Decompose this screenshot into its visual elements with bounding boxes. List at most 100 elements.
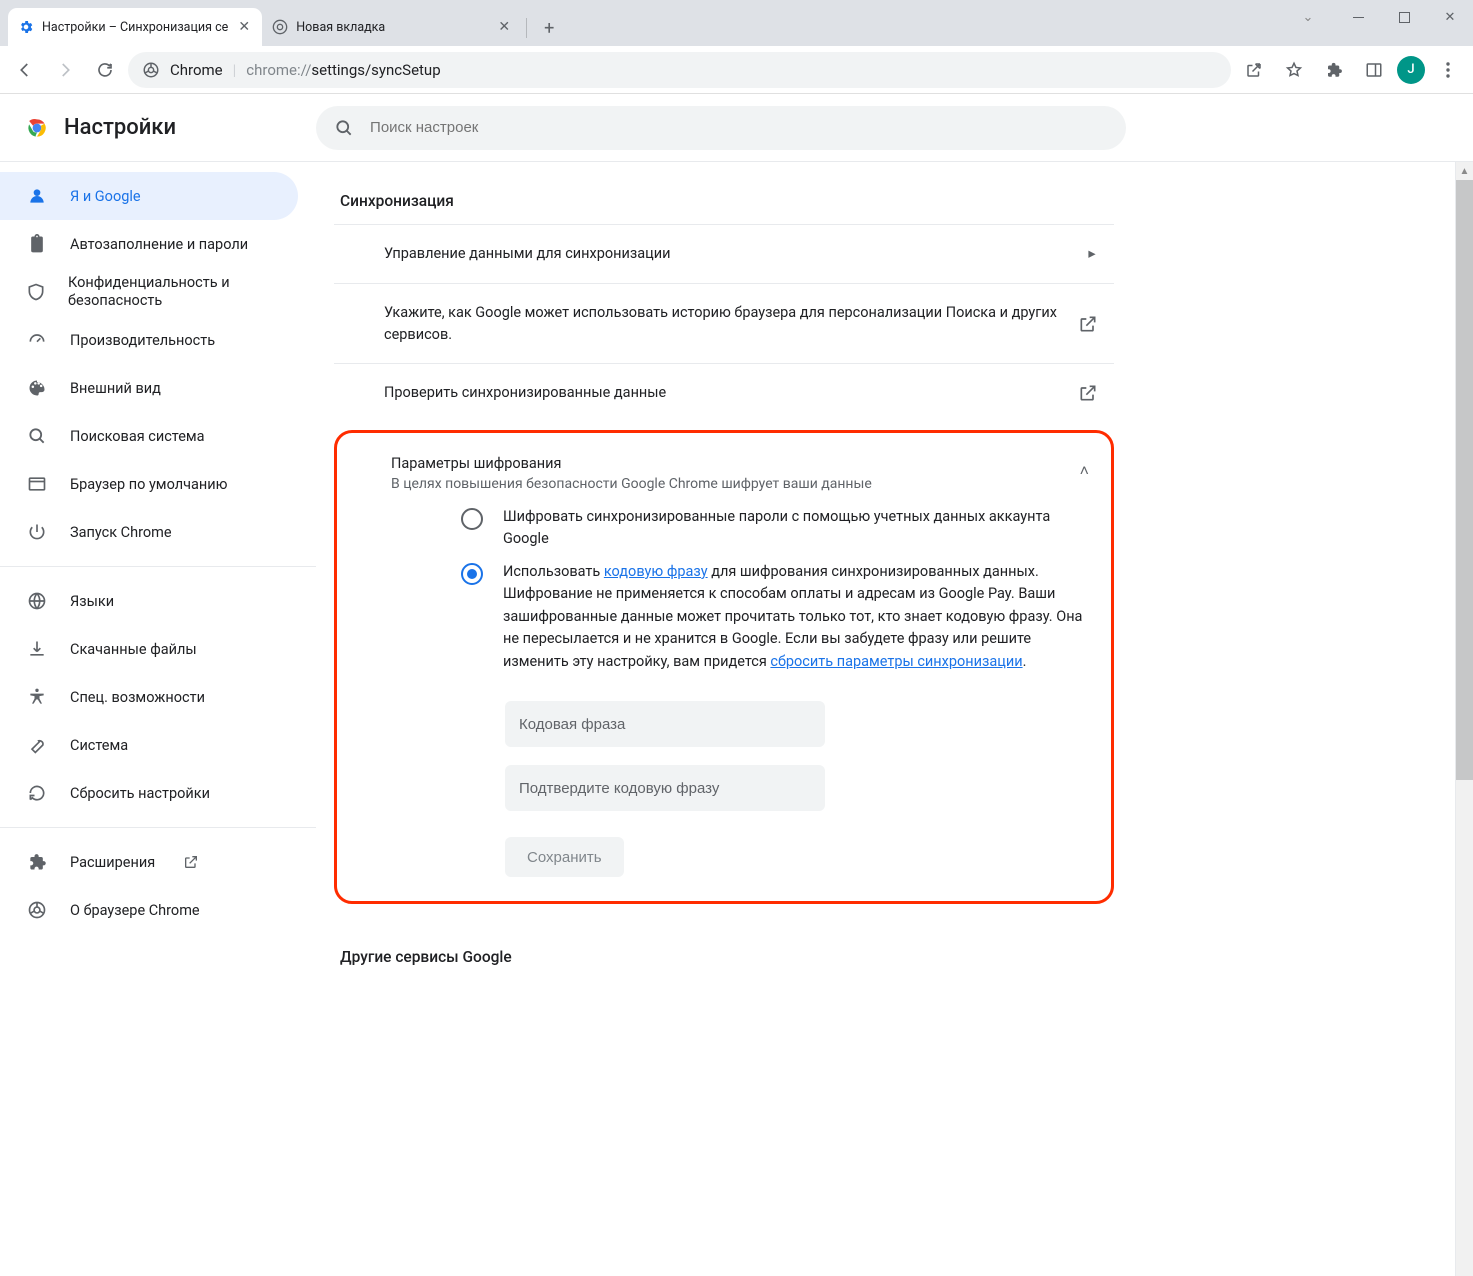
open-external-icon: [183, 854, 199, 870]
window-titlebar: Настройки – Синхронизация се ✕ Новая вкл…: [0, 0, 1473, 46]
save-button[interactable]: Сохранить: [505, 837, 624, 877]
download-icon: [26, 639, 48, 659]
sidebar-item-label: Скачанные файлы: [70, 641, 197, 658]
reset-sync-link[interactable]: сбросить параметры синхронизации: [770, 653, 1022, 670]
reset-icon: [26, 783, 48, 803]
option-label: Использовать кодовую фразу для шифровани…: [503, 561, 1091, 673]
sidebar-item-on-startup[interactable]: Запуск Chrome: [0, 508, 298, 556]
sidebar-item-extensions[interactable]: Расширения: [0, 838, 298, 886]
encryption-subtitle: В целях повышения безопасности Google Ch…: [391, 476, 872, 492]
tab-title: Настройки – Синхронизация се: [42, 20, 228, 35]
close-icon[interactable]: ✕: [236, 19, 252, 35]
sidebar-item-label: Внешний вид: [70, 380, 161, 397]
sidebar-item-label: Конфиденциальность и безопасность: [68, 274, 298, 310]
share-icon[interactable]: [1237, 53, 1271, 87]
kebab-menu-icon[interactable]: [1431, 53, 1465, 87]
sidebar-item-you-and-google[interactable]: Я и Google: [0, 172, 298, 220]
wrench-icon: [26, 735, 48, 755]
reload-button[interactable]: [88, 53, 122, 87]
sidebar-item-label: Запуск Chrome: [70, 524, 172, 541]
row-review-synced-data[interactable]: Проверить синхронизированные данные: [334, 363, 1114, 422]
settings-search[interactable]: [316, 106, 1126, 150]
radio-unchecked-icon[interactable]: [461, 508, 483, 530]
new-tab-button[interactable]: +: [535, 14, 563, 42]
sidebar-item-label: Производительность: [70, 332, 215, 349]
accessibility-icon: [26, 687, 48, 707]
encryption-option-google-account[interactable]: Шифровать синхронизированные пароли с по…: [345, 496, 1103, 551]
radio-checked-icon[interactable]: [461, 563, 483, 585]
encryption-header[interactable]: Параметры шифрования В целях повышения б…: [345, 437, 1103, 496]
row-personalization[interactable]: Укажите, как Google может использовать и…: [334, 283, 1114, 364]
shield-icon: [26, 282, 46, 302]
sidebar-item-appearance[interactable]: Внешний вид: [0, 364, 298, 412]
sidebar-item-label: Расширения: [70, 854, 155, 871]
globe-icon: [26, 591, 48, 611]
sidebar-item-label: Браузер по умолчанию: [70, 476, 227, 493]
settings-sidebar: Я и Google Автозаполнение и пароли Конфи…: [0, 162, 316, 1276]
sidebar-separator: [0, 827, 316, 828]
section-title-sync: Синхронизация: [340, 192, 1114, 210]
person-icon: [26, 186, 48, 206]
content-area: Я и Google Автозаполнение и пароли Конфи…: [0, 162, 1473, 1276]
window-close-button[interactable]: ✕: [1427, 0, 1473, 34]
sidebar-item-downloads[interactable]: Скачанные файлы: [0, 625, 298, 673]
sidebar-item-privacy[interactable]: Конфиденциальность и безопасность: [0, 268, 298, 316]
sidebar-item-autofill[interactable]: Автозаполнение и пароли: [0, 220, 298, 268]
sidebar-item-reset[interactable]: Сбросить настройки: [0, 769, 298, 817]
close-icon[interactable]: ✕: [496, 19, 512, 35]
sidebar-item-about[interactable]: О браузере Chrome: [0, 886, 298, 934]
scrollbar-thumb[interactable]: [1456, 180, 1473, 780]
sidebar-item-search-engine[interactable]: Поисковая система: [0, 412, 298, 460]
window-maximize-button[interactable]: [1381, 0, 1427, 34]
encryption-option-passphrase[interactable]: Использовать кодовую фразу для шифровани…: [345, 551, 1103, 673]
scroll-up-icon[interactable]: ▲: [1456, 162, 1473, 180]
sidebar-item-performance[interactable]: Производительность: [0, 316, 298, 364]
page-title: Настройки: [64, 115, 176, 140]
speedometer-icon: [26, 330, 48, 350]
sidebar-item-label: Языки: [70, 593, 114, 610]
row-manage-sync-data[interactable]: Управление данными для синхронизации ▸: [334, 224, 1114, 283]
confirm-passphrase-input[interactable]: [505, 765, 825, 811]
power-icon: [26, 522, 48, 542]
omnibox-label: Chrome: [170, 61, 223, 79]
vertical-scrollbar[interactable]: ▲: [1455, 162, 1473, 1276]
page-header: Настройки: [0, 94, 1473, 162]
clipboard-icon: [26, 234, 48, 254]
chrome-icon: [26, 900, 48, 920]
open-external-icon: [1078, 383, 1106, 403]
window-minimize-button[interactable]: [1335, 0, 1381, 34]
chevron-up-icon: ˄: [1080, 461, 1089, 481]
browser-tab-active[interactable]: Настройки – Синхронизация се ✕: [8, 8, 262, 46]
sidebar-item-languages[interactable]: Языки: [0, 577, 298, 625]
open-external-icon: [1078, 314, 1106, 334]
chevron-right-icon: ▸: [1078, 245, 1106, 262]
profile-avatar[interactable]: J: [1397, 56, 1425, 84]
palette-icon: [26, 378, 48, 398]
search-icon: [334, 118, 354, 138]
sidebar-separator: [0, 566, 316, 567]
sidebar-item-accessibility[interactable]: Спец. возможности: [0, 673, 298, 721]
passphrase-input[interactable]: [505, 701, 825, 747]
star-icon[interactable]: [1277, 53, 1311, 87]
tab-title: Новая вкладка: [296, 20, 488, 35]
passphrase-link[interactable]: кодовую фразу: [604, 563, 708, 580]
section-title-other-google: Другие сервисы Google: [340, 948, 1114, 966]
sidebar-item-label: О браузере Chrome: [70, 902, 200, 919]
sidebar-item-default-browser[interactable]: Браузер по умолчанию: [0, 460, 298, 508]
extensions-icon[interactable]: [1317, 53, 1351, 87]
forward-button[interactable]: [48, 53, 82, 87]
sidebar-item-label: Спец. возможности: [70, 689, 205, 706]
chevron-down-icon[interactable]: ⌄: [1285, 0, 1331, 34]
chrome-icon: [272, 19, 288, 35]
sidebar-item-label: Система: [70, 737, 128, 754]
puzzle-icon: [26, 852, 48, 872]
sidepanel-icon[interactable]: [1357, 53, 1391, 87]
sidebar-item-label: Сбросить настройки: [70, 785, 210, 802]
back-button[interactable]: [8, 53, 42, 87]
sidebar-item-label: Поисковая система: [70, 428, 205, 445]
search-input[interactable]: [370, 119, 1108, 136]
gear-icon: [18, 19, 34, 35]
browser-tab[interactable]: Новая вкладка ✕: [262, 8, 522, 46]
sidebar-item-system[interactable]: Система: [0, 721, 298, 769]
address-bar[interactable]: Chrome | chrome://settings/syncSetup: [128, 52, 1231, 88]
